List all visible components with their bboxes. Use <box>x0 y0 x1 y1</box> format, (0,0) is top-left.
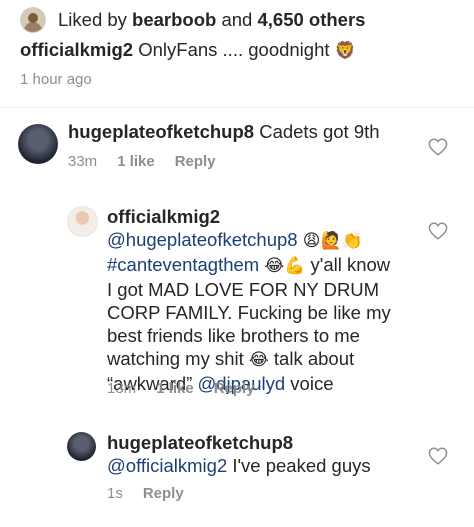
comment-1-username[interactable]: hugeplateofketchup8 <box>68 121 254 142</box>
comment-3-text: hugeplateofketchup8 @officialkmig2 I've … <box>107 431 371 477</box>
likes-text: Liked by bearboob and 4,650 others <box>58 9 365 31</box>
reaction-emojis: 😩🙋👏 <box>302 231 363 251</box>
caption-text: OnlyFans .... goodnight <box>133 39 335 60</box>
comment-3-time: 1s <box>107 485 123 502</box>
comment-3-meta: 1s Reply <box>107 485 204 502</box>
comment-2-line4: CORP FAMILY. Fucking be like my <box>107 302 391 323</box>
comment-2-line6b: talk about <box>268 348 355 369</box>
likes-count[interactable]: 4,650 others <box>257 9 365 30</box>
comment-2-line2-text: y'all know <box>305 254 391 275</box>
comment-2-time: 13m <box>107 380 137 397</box>
laugh-muscle-emojis: 😂💪 <box>264 256 306 276</box>
comment-2-line3: I got MAD LOVE FOR NY DRUM <box>107 279 380 300</box>
comment-2-line6a: watching my shit <box>107 348 249 369</box>
liker-username[interactable]: bearboob <box>132 9 216 30</box>
liker-avatar[interactable] <box>20 7 46 33</box>
laugh-emoji: 😂 <box>248 350 269 370</box>
comment-2-likes[interactable]: 1 like <box>156 380 194 397</box>
comment-1-time: 33m <box>68 153 98 170</box>
comment-2-meta: 13m 1 like Reply <box>107 380 275 397</box>
commenter-avatar[interactable] <box>18 124 58 164</box>
reply-author-avatar[interactable] <box>67 206 98 237</box>
comment-2-reply-button[interactable]: Reply <box>214 380 255 397</box>
heart-icon[interactable] <box>428 222 448 240</box>
comment-2-username[interactable]: officialkmig2 <box>107 206 220 227</box>
comment-2-text: officialkmig2 @hugeplateofketchup8 😩🙋👏 #… <box>107 205 437 395</box>
comment-3-mention[interactable]: @officialkmig2 <box>107 455 227 476</box>
comment-1-likes[interactable]: 1 like <box>117 153 155 170</box>
comment-1-text: hugeplateofketchup8 Cadets got 9th <box>68 120 380 143</box>
comment-3-reply-button[interactable]: Reply <box>143 485 184 502</box>
caption-username[interactable]: officialkmig2 <box>20 39 133 60</box>
heart-icon[interactable] <box>428 447 448 465</box>
comment-2-mention[interactable]: @hugeplateofketchup8 <box>107 229 298 250</box>
likes-summary[interactable]: Liked by bearboob and 4,650 others <box>20 7 365 33</box>
comment-1-reply-button[interactable]: Reply <box>175 153 216 170</box>
post-caption: officialkmig2 OnlyFans .... goodnight 🦁 <box>20 39 356 61</box>
divider <box>0 107 474 108</box>
likes-middle: and <box>216 9 258 30</box>
post-timestamp: 1 hour ago <box>20 71 92 88</box>
heart-icon[interactable] <box>428 138 448 156</box>
comment-1-body: Cadets got 9th <box>254 121 380 142</box>
comment-2-hashtag[interactable]: #canteventagthem <box>107 254 259 275</box>
comment-1-meta: 33m 1 like Reply <box>68 153 236 170</box>
comment-2-line5: best friends like brothers to me <box>107 325 360 346</box>
comment-3-body: I've peaked guys <box>227 455 371 476</box>
lion-emoji: 🦁 <box>334 41 356 61</box>
likes-prefix: Liked by <box>58 9 133 30</box>
comment-2-line7b: voice <box>285 373 334 394</box>
comment-3-username[interactable]: hugeplateofketchup8 <box>107 432 293 453</box>
reply-author-avatar[interactable] <box>67 432 96 461</box>
